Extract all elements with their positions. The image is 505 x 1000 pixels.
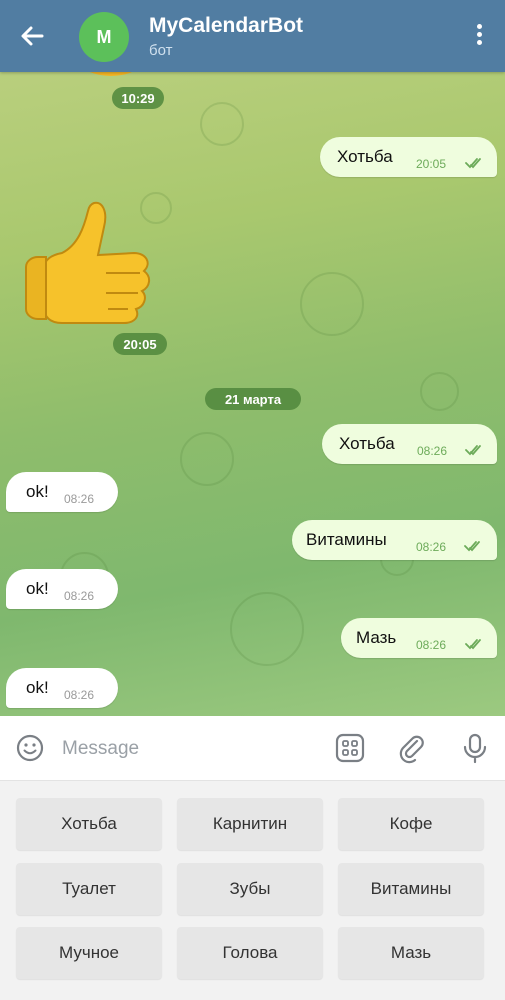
message-bubble-outgoing[interactable]: Мазь 08:26 — [341, 618, 497, 658]
message-time: 08:26 — [417, 444, 448, 458]
message-time: 08:26 — [64, 492, 95, 506]
message-text: Хотьба — [337, 147, 393, 166]
message-time: 08:26 — [64, 589, 95, 603]
message-text: Витамины — [306, 530, 387, 549]
sticker-time: 20:05 — [113, 333, 167, 355]
bot-keyboard: Хотьба Карнитин Кофе Туалет Зубы Витамин… — [0, 781, 505, 1000]
double-check-icon — [465, 639, 481, 650]
message-bubble-outgoing[interactable]: Хотьба 20:05 — [320, 137, 497, 177]
message-composer — [0, 716, 505, 781]
keyboard-button[interactable]: Кофе — [338, 798, 484, 850]
avatar-letter: M — [96, 26, 112, 47]
message-time: 08:26 — [64, 688, 95, 702]
keyboard-button[interactable]: Зубы — [177, 863, 323, 915]
message-time: 20:05 — [416, 157, 447, 171]
sticker-time: 10:29 — [112, 87, 164, 109]
emoji-icon[interactable] — [14, 732, 46, 764]
double-check-icon — [465, 445, 481, 456]
chat-subtitle: бот — [149, 42, 173, 59]
sticker-partial — [90, 72, 132, 76]
message-bubble-outgoing[interactable]: Хотьба 08:26 — [322, 424, 497, 464]
back-arrow-icon[interactable] — [14, 18, 50, 54]
message-bubble-incoming[interactable]: ok! 08:26 — [6, 472, 118, 512]
message-bubble-incoming[interactable]: ok! 08:26 — [6, 569, 118, 609]
microphone-icon[interactable] — [459, 732, 491, 764]
keyboard-button[interactable]: Туалет — [16, 863, 162, 915]
avatar[interactable]: M — [79, 12, 129, 62]
message-text: Хотьба — [339, 434, 395, 453]
message-text: ok! — [26, 482, 49, 501]
attach-icon[interactable] — [396, 732, 428, 764]
chat-area[interactable]: 10:29 Хотьба 20:05 20:05 21 марта Хотьба… — [0, 72, 505, 716]
message-bubble-incoming[interactable]: ok! 08:26 — [6, 668, 118, 708]
message-input[interactable] — [60, 734, 324, 764]
date-separator: 21 марта — [205, 388, 301, 410]
double-check-icon — [464, 541, 480, 552]
message-bubble-outgoing[interactable]: Витамины 08:26 — [292, 520, 497, 560]
message-text: Мазь — [356, 628, 397, 647]
message-text: ok! — [26, 579, 49, 598]
keyboard-button[interactable]: Витамины — [338, 863, 484, 915]
keyboard-button[interactable]: Мазь — [338, 927, 484, 979]
message-time: 08:26 — [416, 540, 447, 554]
double-check-icon — [465, 158, 481, 169]
message-text: ok! — [26, 678, 49, 697]
keyboard-button[interactable]: Карнитин — [177, 798, 323, 850]
keyboard-button[interactable]: Хотьба — [16, 798, 162, 850]
keyboard-button[interactable]: Голова — [177, 927, 323, 979]
thumbs-up-sticker[interactable] — [22, 197, 158, 327]
message-time: 08:26 — [416, 638, 447, 652]
bot-commands-icon[interactable] — [334, 732, 366, 764]
keyboard-button[interactable]: Мучное — [16, 927, 162, 979]
more-menu-icon[interactable] — [475, 24, 483, 50]
chat-header: M MyCalendarBot бот — [0, 0, 505, 72]
chat-title[interactable]: MyCalendarBot — [149, 14, 303, 38]
